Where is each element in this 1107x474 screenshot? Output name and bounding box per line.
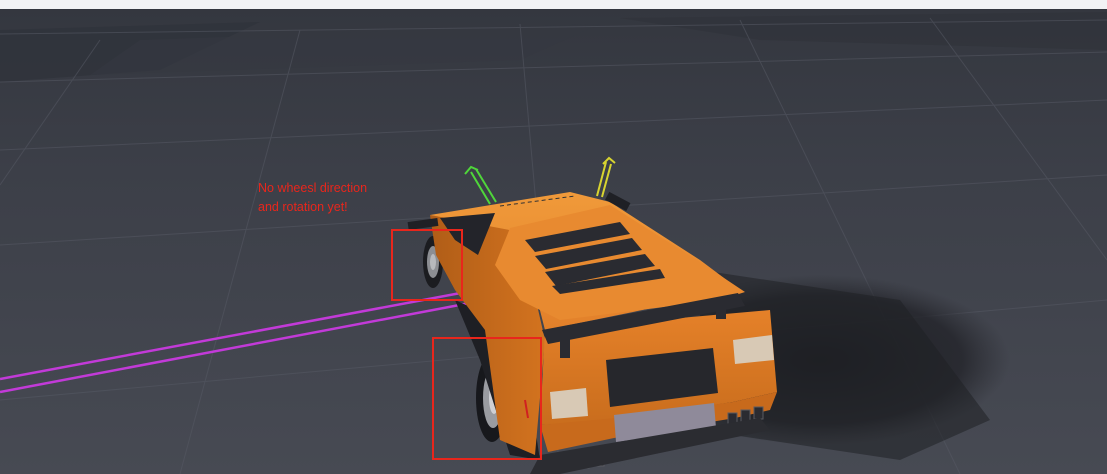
sky-band [0,0,1107,10]
game-viewport[interactable]: No wheesl direction and rotation yet! [0,0,1107,474]
front-wheel-highlight-box [432,337,542,460]
annotation-line-1: No wheesl direction [258,181,368,195]
annotation-line-2: and rotation yet! [258,200,348,214]
taillight-left [550,388,588,419]
scene-render [0,0,1107,474]
annotation-note: No wheesl direction and rotation yet! [258,179,408,217]
rear-wheel-highlight-box [391,229,463,301]
taillight-right [733,335,774,364]
